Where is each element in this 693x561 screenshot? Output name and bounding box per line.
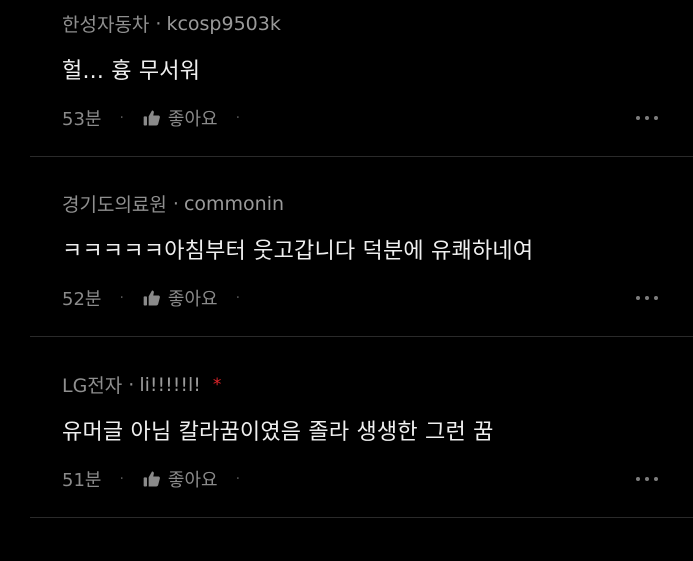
action-separator: · <box>235 290 241 306</box>
comment-actions: 53분 · 좋아요 · <box>62 105 693 131</box>
badge-star: * <box>212 374 222 395</box>
divider <box>30 517 693 518</box>
action-separator: · <box>119 110 124 126</box>
username[interactable]: kcosp9503k <box>166 13 280 35</box>
comment-actions: 52분 · 좋아요 · <box>62 285 693 311</box>
comment-time: 52분 <box>62 289 102 310</box>
action-separator: · <box>119 290 124 306</box>
comment-time: 53분 <box>62 109 102 130</box>
more-horizontal-icon <box>636 116 640 120</box>
like-label: 좋아요 <box>167 109 218 130</box>
company-name: 경기도의료원 <box>62 194 167 216</box>
like-button[interactable]: 좋아요 <box>142 466 218 492</box>
thumbs-up-icon <box>143 290 160 306</box>
comment-item: LG전자 · li!!!!!l! * 유머글 아님 칼라꿈이였음 졸라 생생한 … <box>0 337 693 518</box>
company-name: LG전자 <box>62 375 123 397</box>
username[interactable]: commonin <box>184 193 284 215</box>
company-name: 한성자동차 <box>62 14 150 36</box>
meta-separator: · <box>172 192 179 215</box>
comment-text: 유머글 아님 칼라꿈이였음 졸라 생생한 그런 꿈 <box>62 420 494 445</box>
meta-separator: · <box>128 373 135 396</box>
thumbs-up-icon <box>143 110 160 126</box>
comment-meta: LG전자 · li!!!!!l! * <box>62 371 221 398</box>
more-horizontal-icon <box>636 296 640 300</box>
more-horizontal-icon <box>636 477 640 481</box>
thumbs-up-icon <box>143 471 160 487</box>
action-separator: · <box>119 471 124 487</box>
more-options-button[interactable] <box>636 469 658 489</box>
action-separator: · <box>235 471 241 487</box>
comment-meta: 경기도의료원 · commonin <box>62 190 284 217</box>
comment-text: ㅋㅋㅋㅋㅋ아침부터 웃고갑니다 덕분에 유쾌하네여 <box>62 239 534 264</box>
action-separator: · <box>235 110 241 126</box>
comment-time: 51분 <box>62 470 102 491</box>
comment-item: 경기도의료원 · commonin ㅋㅋㅋㅋㅋ아침부터 웃고갑니다 덕분에 유쾌… <box>0 157 693 337</box>
more-options-button[interactable] <box>636 108 658 128</box>
comment-item: 한성자동차 · kcosp9503k 헐... 흉 무서워 53분 · 좋아요 … <box>0 0 693 157</box>
comment-actions: 51분 · 좋아요 · <box>62 466 693 492</box>
more-options-button[interactable] <box>636 288 658 308</box>
like-label: 좋아요 <box>167 470 218 491</box>
comment-text: 헐... 흉 무서워 <box>62 59 201 84</box>
like-label: 좋아요 <box>167 289 218 310</box>
username[interactable]: li!!!!!l! <box>139 374 201 396</box>
like-button[interactable]: 좋아요 <box>142 105 218 131</box>
meta-separator: · <box>155 12 162 35</box>
like-button[interactable]: 좋아요 <box>142 285 218 311</box>
comment-meta: 한성자동차 · kcosp9503k <box>62 10 281 37</box>
